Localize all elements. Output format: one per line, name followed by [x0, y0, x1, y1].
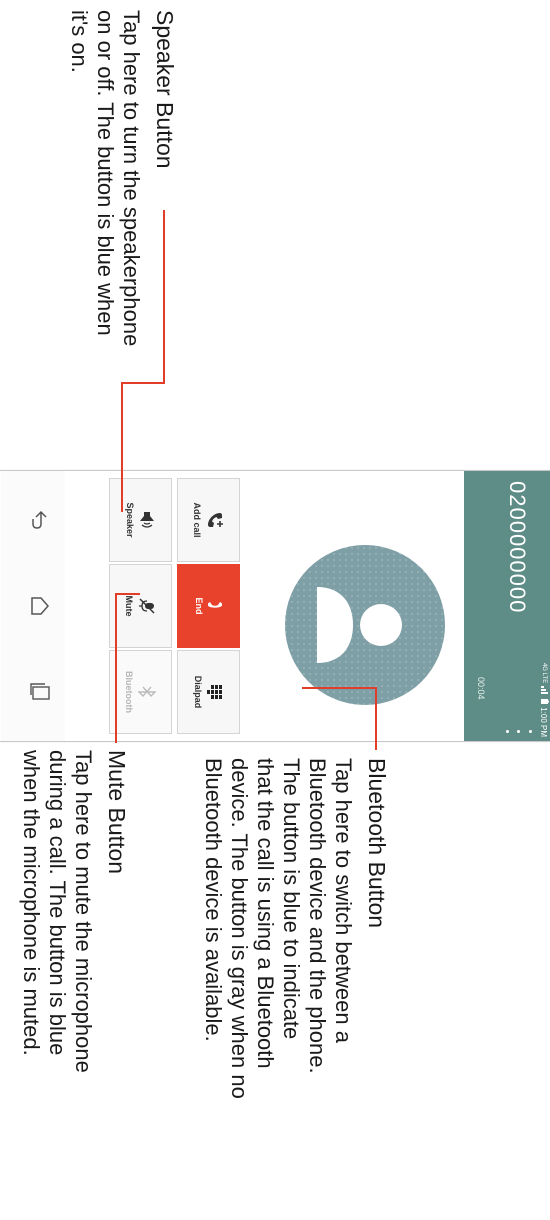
speaker-annotation-line-1: Tap here to turn the speakerphone [119, 10, 144, 347]
person-silhouette-icon [317, 587, 402, 663]
overflow-menu-icon[interactable] [506, 726, 532, 736]
bluetooth-icon [138, 686, 157, 698]
recent-apps-icon[interactable] [24, 681, 51, 703]
bluetooth-annotation-line-5: device. The button is gray when no [227, 758, 252, 1099]
speaker-button[interactable]: Speaker [109, 478, 172, 562]
mute-annotation-title: Mute Button [104, 750, 130, 875]
bluetooth-label: Bluetooth [124, 671, 135, 713]
add-call-button[interactable]: Add call [177, 478, 240, 562]
contact-avatar [285, 545, 445, 705]
speaker-annotation-title: Speaker Button [152, 10, 178, 169]
mute-icon [139, 598, 156, 614]
mute-label: Mute [124, 595, 135, 617]
bluetooth-annotation-line-1: Tap here to switch between a [331, 758, 356, 1043]
bluetooth-annotation-line-3: The button is blue to indicate [279, 758, 304, 1040]
stage: Speaker Button Tap here to turn the spea… [0, 0, 550, 1220]
speaker-annotation-line-3: it's on. [67, 10, 92, 73]
bluetooth-annotation-line-4: that the call is using a Bluetooth [253, 758, 278, 1069]
bluetooth-button[interactable]: Bluetooth [109, 650, 172, 734]
end-call-button[interactable]: End [177, 564, 240, 648]
home-icon[interactable] [24, 595, 51, 617]
battery-icon [539, 699, 549, 705]
bluetooth-annotation-line-2: Bluetooth device and the phone. [305, 758, 330, 1074]
dialpad-icon [207, 685, 223, 699]
mute-annotation-line-2: during a call. The button is blue [45, 750, 70, 1056]
bluetooth-annotation-title: Bluetooth Button [364, 758, 390, 929]
dialpad-button[interactable]: Dialpad [177, 650, 240, 734]
call-header: 0200000000 00:04 [464, 471, 538, 741]
phone-add-icon [208, 513, 224, 527]
navigation-bar [1, 471, 65, 741]
end-call-label: End [194, 597, 205, 615]
mute-annotation-line-1: Tap here to mute the microphone [71, 750, 96, 1073]
dialpad-label: Dialpad [193, 675, 204, 709]
speaker-label: Speaker [125, 502, 136, 538]
mute-annotation-line-3: when the microphone is muted. [19, 750, 44, 1056]
bluetooth-annotation-line-6: Bluetooth device is available. [201, 758, 226, 1042]
network-indicator: 4G LTE [541, 662, 547, 684]
speaker-icon [140, 512, 155, 528]
status-bar: 4G LTE 1:00 PM [538, 471, 550, 741]
call-timer: 00:04 [476, 677, 486, 700]
phone-screen: 4G LTE 1:00 PM 0200000000 00:04 Add call… [0, 470, 550, 742]
end-call-icon [208, 602, 223, 608]
call-number: 0200000000 [505, 481, 530, 614]
add-call-label: Add call [192, 502, 203, 538]
speaker-annotation-line-2: on or off. The button is blue when [93, 10, 118, 336]
mute-button[interactable]: Mute [109, 564, 172, 648]
status-time: 1:00 PM [539, 707, 549, 737]
back-icon[interactable] [24, 509, 51, 531]
signal-icon [539, 686, 549, 696]
